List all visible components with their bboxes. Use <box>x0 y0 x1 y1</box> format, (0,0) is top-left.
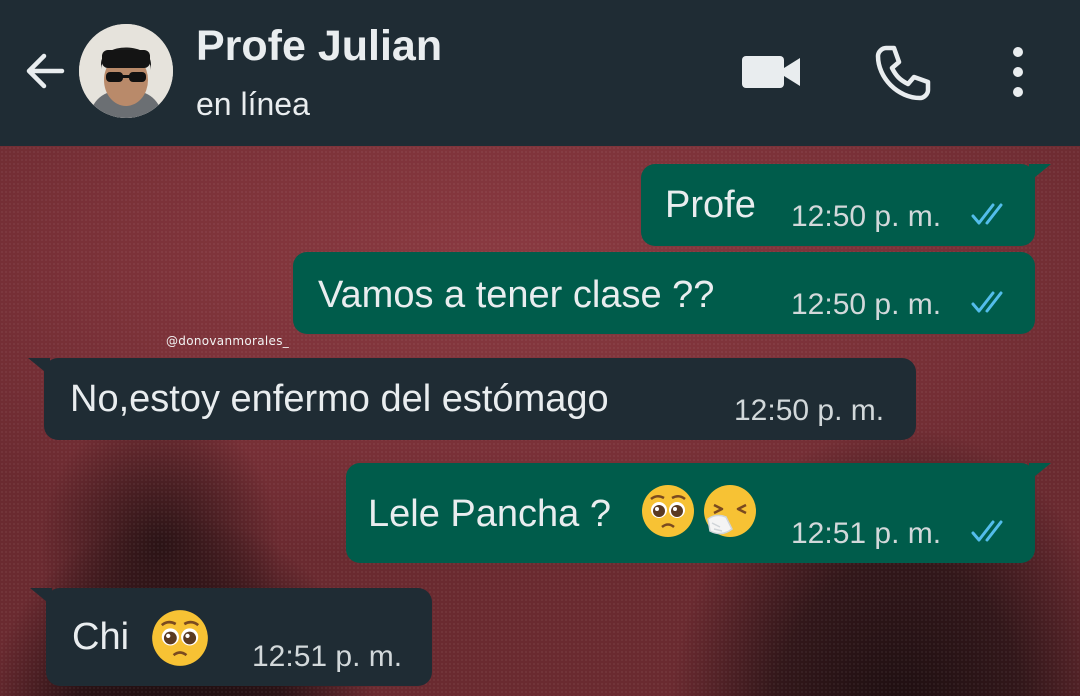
message-text: Lele Pancha ? <box>368 493 611 535</box>
contact-avatar[interactable] <box>79 24 173 118</box>
watermark: @donovanmorales_ <box>166 334 290 348</box>
bubble-tail <box>1029 463 1051 481</box>
message-time: 12:50 p. m. <box>791 288 942 321</box>
read-ticks-icon <box>971 520 1003 542</box>
sneezing-face-emoji <box>704 485 756 537</box>
read-ticks-icon <box>971 291 1003 313</box>
message-bubble-outgoing[interactable]: Lele Pancha ? 12:51 p. m. <box>346 463 1051 563</box>
pleading-face-emoji <box>642 485 694 537</box>
message-time: 12:50 p. m. <box>791 200 942 233</box>
avatar-photo <box>79 24 173 118</box>
video-call-icon[interactable] <box>740 50 802 94</box>
bubble-tail <box>28 358 50 376</box>
chat-header: Profe Julian en línea <box>0 0 1080 146</box>
bubble-tail <box>1029 164 1051 182</box>
message-text: Profe <box>665 184 756 226</box>
message-bubble-incoming[interactable]: Chi 12:51 p. m. <box>30 588 432 686</box>
message-text: No,estoy enfermo del estómago <box>70 378 609 420</box>
message-time: 12:51 p. m. <box>791 517 942 550</box>
message-bubble-outgoing[interactable]: Vamos a tener clase ?? 12:50 p. m. <box>293 252 1035 334</box>
more-options-icon[interactable] <box>1004 44 1032 100</box>
read-ticks-icon <box>971 203 1003 225</box>
message-text: Vamos a tener clase ?? <box>318 274 715 316</box>
message-text: Chi <box>72 616 130 658</box>
phone-call-icon[interactable] <box>874 44 932 102</box>
contact-status: en línea <box>196 86 310 122</box>
message-time: 12:50 p. m. <box>734 394 885 427</box>
message-time: 12:51 p. m. <box>252 640 403 673</box>
bubble-tail <box>30 588 52 606</box>
pleading-face-emoji <box>152 610 208 666</box>
message-bubble-incoming[interactable]: No,estoy enfermo del estómago 12:50 p. m… <box>28 358 916 440</box>
back-arrow-icon[interactable] <box>22 48 68 94</box>
message-bubble-outgoing[interactable]: Profe 12:50 p. m. <box>641 164 1051 246</box>
contact-name[interactable]: Profe Julian <box>196 22 442 71</box>
